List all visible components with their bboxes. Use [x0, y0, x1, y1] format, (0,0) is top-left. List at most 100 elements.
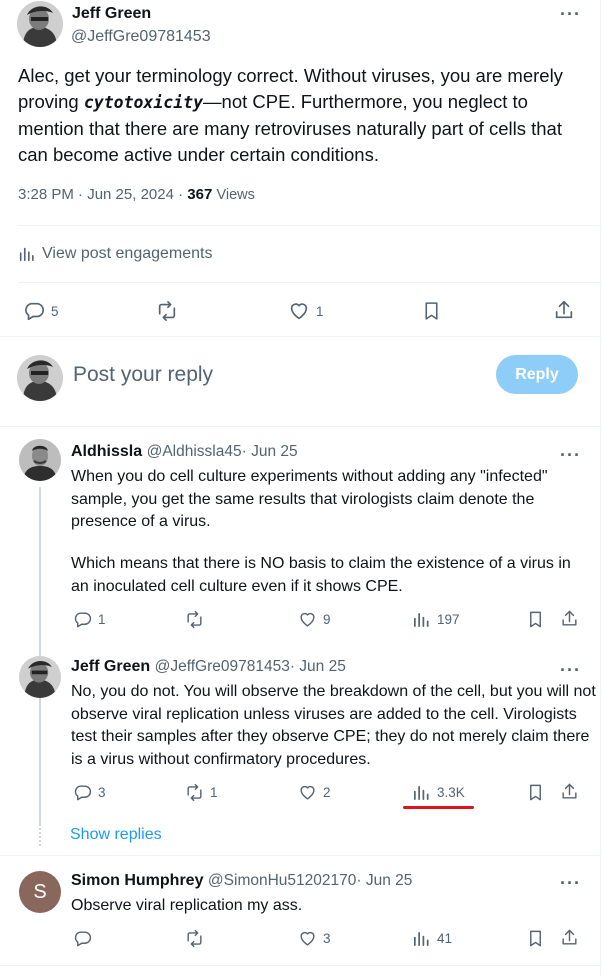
author-handle[interactable]: @Aldhissla45: [147, 443, 242, 460]
reply-icon: [74, 931, 92, 947]
views-count: 367: [187, 186, 213, 203]
views-count: 3.3K: [437, 785, 465, 800]
reply-button[interactable]: 5: [23, 300, 59, 322]
post-meta: 3:28 PM · Jun 25, 2024 · 367 Views: [18, 186, 255, 203]
annotation-underline: [403, 806, 474, 809]
avatar[interactable]: S: [19, 871, 61, 913]
repost-icon: [187, 783, 202, 802]
divider: [0, 855, 600, 856]
bookmark-button[interactable]: [421, 300, 442, 322]
post-text-emphasis: cytotoxicity: [83, 93, 204, 112]
reply-submit-button[interactable]: Reply: [496, 355, 578, 394]
post-text: Alec, get your terminology correct. With…: [18, 63, 593, 168]
share-button[interactable]: [560, 782, 579, 801]
share-button[interactable]: [560, 609, 579, 628]
views-button[interactable]: 197: [412, 610, 460, 629]
analytics-icon: [413, 612, 429, 628]
reply-text: When you do cell culture experiments wit…: [71, 468, 548, 530]
avatar-image: [17, 1, 63, 47]
repost-button[interactable]: [185, 610, 210, 629]
views-label: Views: [216, 187, 255, 203]
views-button[interactable]: 41: [412, 929, 452, 948]
like-button[interactable]: 9: [298, 610, 331, 629]
post-timestamp[interactable]: 3:28 PM · Jun 25, 2024 ·: [18, 186, 187, 203]
show-replies-link[interactable]: Show replies: [70, 826, 162, 844]
share-button[interactable]: [560, 928, 579, 947]
author-name[interactable]: Simon Humphrey: [71, 872, 203, 889]
bookmark-button[interactable]: [526, 929, 545, 948]
right-border: [600, 0, 601, 976]
reply-header: Aldhissla @Aldhissla45· Jun 25: [71, 443, 298, 461]
bookmark-icon: [530, 784, 541, 801]
more-icon[interactable]: ···: [560, 874, 581, 892]
reply-button[interactable]: [73, 929, 98, 948]
like-count: 1: [316, 303, 324, 319]
view-engagements-link[interactable]: View post engagements: [18, 245, 212, 263]
analytics-icon: [413, 931, 429, 947]
reply-header: Jeff Green @JeffGre09781453· Jun 25: [71, 658, 346, 676]
reply-count: 5: [51, 303, 59, 319]
author-handle[interactable]: @SimonHu51202170: [208, 872, 356, 889]
divider: [0, 426, 600, 427]
author-handle[interactable]: @JeffGre09781453: [155, 658, 290, 675]
avatar[interactable]: [17, 1, 63, 47]
repost-icon: [158, 301, 176, 321]
divider: [0, 965, 600, 966]
like-button[interactable]: 1: [288, 300, 324, 322]
divider: [18, 282, 600, 283]
share-button[interactable]: [553, 299, 575, 321]
avatar[interactable]: [19, 439, 61, 481]
bookmark-button[interactable]: [526, 783, 545, 802]
heart-icon: [290, 303, 308, 320]
share-icon: [562, 783, 577, 799]
engagements-label: View post engagements: [42, 245, 213, 262]
more-icon[interactable]: ···: [560, 446, 581, 464]
views-count: 197: [437, 612, 460, 627]
author-name[interactable]: Jeff Green: [71, 658, 150, 675]
reply-input[interactable]: Post your reply: [73, 363, 473, 387]
more-icon[interactable]: ···: [560, 5, 581, 23]
avatar-letter: S: [33, 880, 47, 903]
like-button[interactable]: 2: [298, 783, 331, 802]
views-count: 41: [437, 931, 453, 946]
reply-count: 1: [98, 612, 106, 627]
like-button[interactable]: 3: [298, 929, 331, 948]
repost-icon: [187, 610, 202, 629]
reply-icon: [74, 612, 92, 628]
bookmark-icon: [530, 611, 541, 628]
avatar-image: [19, 439, 61, 481]
divider: [0, 336, 600, 337]
views-button[interactable]: 3.3K: [412, 783, 465, 802]
bookmark-icon: [530, 930, 541, 947]
author-name[interactable]: Aldhissla: [71, 443, 142, 460]
composer-avatar[interactable]: [17, 355, 63, 401]
author-handle[interactable]: @JeffGre09781453: [71, 28, 211, 46]
reply-date[interactable]: · Jun 25: [356, 872, 412, 889]
reply-button[interactable]: 3: [73, 783, 106, 802]
thread-dots: [39, 824, 41, 846]
reply-date[interactable]: · Jun 25: [290, 658, 346, 675]
share-icon: [555, 300, 573, 319]
reply-icon: [25, 302, 44, 321]
heart-icon: [300, 785, 315, 800]
heart-icon: [300, 931, 315, 946]
reply-icon: [74, 785, 92, 801]
reply-date[interactable]: · Jun 25: [242, 443, 298, 460]
repost-button[interactable]: 1: [185, 783, 218, 802]
reply-header: Simon Humphrey @SimonHu51202170· Jun 25: [71, 872, 412, 890]
repost-button[interactable]: [155, 300, 185, 322]
repost-button[interactable]: [185, 929, 210, 948]
avatar[interactable]: [19, 656, 61, 698]
avatar-image: [19, 656, 61, 698]
author-name[interactable]: Jeff Green: [72, 5, 151, 23]
share-icon: [562, 929, 577, 945]
analytics-icon: [19, 247, 34, 262]
like-count: 9: [323, 612, 331, 627]
analytics-icon: [413, 785, 429, 801]
avatar-image: [17, 355, 63, 401]
reply-button[interactable]: 1: [73, 610, 106, 629]
bookmark-button[interactable]: [526, 610, 545, 629]
share-icon: [562, 610, 577, 626]
more-icon[interactable]: ···: [560, 661, 581, 679]
like-count: 2: [323, 785, 331, 800]
